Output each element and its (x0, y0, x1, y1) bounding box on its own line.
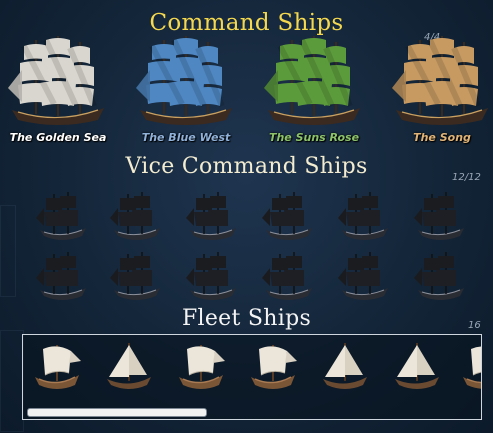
fleet-ship[interactable] (99, 339, 155, 395)
vice-command-ships-title: Vice Command Ships (125, 154, 368, 179)
fleet-ships-count: 16 (468, 320, 481, 331)
fleet-ship[interactable] (457, 339, 481, 395)
junk-ship-icon (179, 345, 225, 389)
command-ship-name: The Song (413, 131, 471, 144)
vice-command-ship[interactable] (182, 188, 242, 244)
dark-ship-icon (36, 252, 86, 300)
fleet-ship[interactable] (29, 339, 85, 395)
command-ship-card[interactable]: The Suns Rose (262, 30, 366, 152)
command-ship-card[interactable]: The Blue West (134, 30, 238, 152)
sloop-ship-icon (395, 343, 439, 389)
fleet-ship[interactable] (387, 339, 443, 395)
vice-command-ship[interactable] (182, 248, 242, 304)
galleon-icon (392, 36, 488, 125)
vice-command-ship[interactable] (258, 248, 318, 304)
vice-command-ship[interactable] (410, 188, 470, 244)
command-ship-card[interactable]: The Song (390, 30, 493, 152)
vice-command-ship[interactable] (106, 248, 166, 304)
vice-command-ship[interactable] (410, 248, 470, 304)
galleon-icon (264, 36, 360, 125)
fleet-ships-title: Fleet Ships (181, 306, 312, 331)
dark-ship-icon (414, 192, 464, 240)
fleet-scrollbar[interactable] (25, 408, 477, 417)
dark-ship-icon (110, 192, 160, 240)
galleon-icon (8, 36, 104, 125)
command-ship-name: The Suns Rose (268, 131, 360, 144)
dark-ship-icon (186, 192, 236, 240)
dark-ship-icon (414, 252, 464, 300)
vice-command-ship[interactable] (32, 188, 92, 244)
vice-command-ship[interactable] (258, 188, 318, 244)
vice-command-ships-count: 12/12 (452, 172, 481, 183)
dark-ship-icon (338, 252, 388, 300)
fleet-scrollbar-thumb[interactable] (27, 408, 207, 417)
command-ship-card[interactable]: The Golden Sea (6, 30, 110, 152)
dark-ship-icon (36, 192, 86, 240)
command-ship-name: The Golden Sea (9, 131, 107, 144)
junk-ship-icon (35, 345, 81, 389)
vice-command-ship[interactable] (334, 248, 394, 304)
dark-ship-icon (110, 252, 160, 300)
vice-command-ship[interactable] (106, 188, 166, 244)
vice-command-ship[interactable] (32, 248, 92, 304)
fleet-ship[interactable] (173, 339, 229, 395)
command-ship-name: The Blue West (141, 131, 231, 144)
junk-ship-icon (463, 346, 481, 389)
fleet-ship[interactable] (315, 339, 371, 395)
dark-ship-icon (262, 192, 312, 240)
galleon-icon (136, 36, 232, 125)
background-panel (0, 330, 24, 432)
sloop-ship-icon (323, 343, 367, 389)
background-panel (0, 205, 16, 297)
fleet-ship[interactable] (245, 339, 301, 395)
vice-command-ship[interactable] (334, 188, 394, 244)
dark-ship-icon (262, 252, 312, 300)
dark-ship-icon (186, 252, 236, 300)
dark-ship-icon (338, 192, 388, 240)
fleet-ships-panel[interactable] (22, 334, 482, 420)
sloop-ship-icon (107, 343, 151, 389)
junk-ship-icon (251, 345, 297, 389)
